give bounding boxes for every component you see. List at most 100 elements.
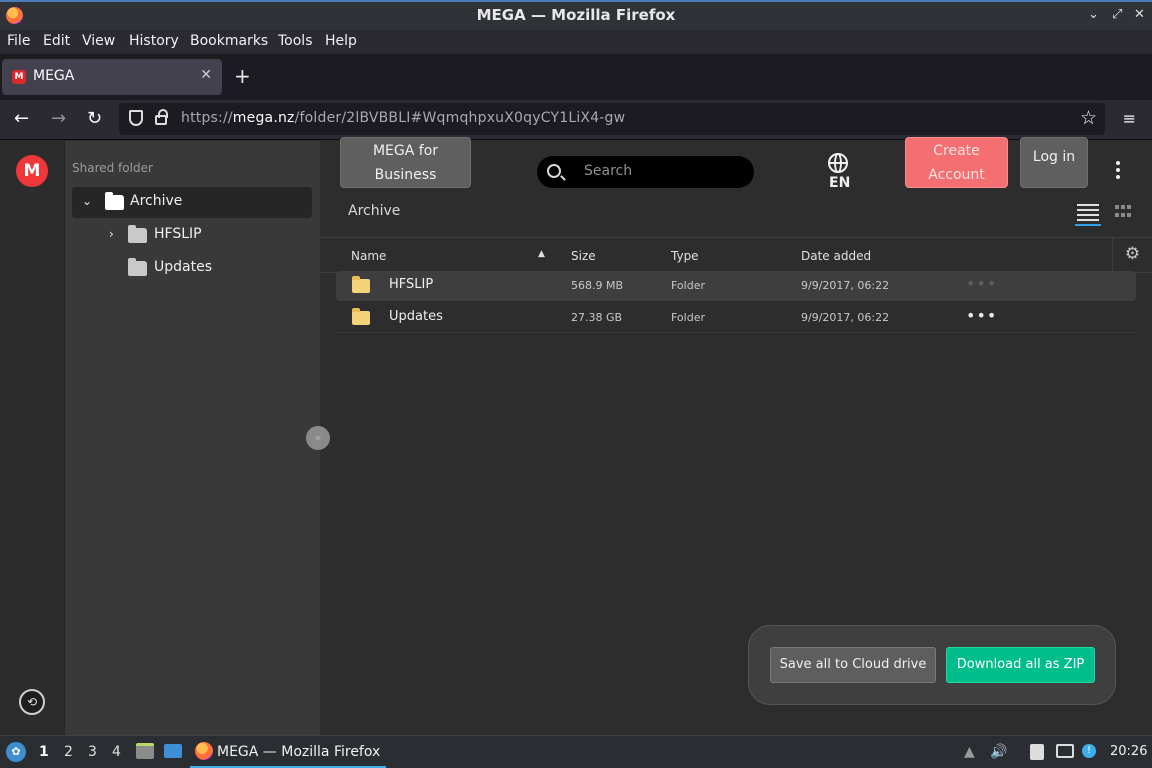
menu-edit[interactable]: Edit: [43, 33, 70, 49]
tray-expand-icon[interactable]: ▲: [964, 744, 975, 760]
tree-item-label: Archive: [130, 193, 183, 209]
mega-favicon-icon: M: [12, 70, 26, 84]
tree-item-label: Updates: [154, 259, 212, 275]
sync-icon[interactable]: ⟲: [19, 689, 45, 715]
tab-label: MEGA: [33, 68, 75, 84]
mega-logo-icon[interactable]: M: [16, 155, 48, 187]
folder-tree-sidebar: Shared folder ⌄ Archive › HFSLIP Updates: [65, 141, 320, 735]
breadcrumb[interactable]: Archive: [348, 203, 400, 219]
row-type: Folder: [671, 311, 705, 324]
taskbar-firefox-button[interactable]: MEGA — Mozilla Firefox: [190, 737, 386, 768]
clock[interactable]: 20:26: [1110, 744, 1147, 759]
notifications-icon[interactable]: !: [1082, 744, 1096, 758]
url-text[interactable]: https://mega.nz/folder/2lBVBBLI#Wqmqhpxu…: [181, 110, 625, 126]
workspace-1[interactable]: 1: [39, 744, 49, 760]
folder-icon: [352, 308, 370, 325]
app-menu-button[interactable]: ≡: [1123, 109, 1136, 128]
download-panel: Save all to Cloud drive Download all as …: [748, 625, 1116, 705]
volume-icon[interactable]: 🔊: [990, 744, 1007, 760]
create-account-button[interactable]: Create Account: [905, 137, 1008, 188]
workspace-2[interactable]: 2: [64, 744, 73, 760]
taskbar: ✿ 1 2 3 4 MEGA — Mozilla Firefox ▲ 🔊 ! 2…: [0, 735, 1152, 768]
window-title: MEGA — Mozilla Firefox: [476, 6, 676, 24]
chevron-right-icon[interactable]: ›: [109, 227, 114, 241]
back-button[interactable]: ←: [14, 108, 29, 129]
url-bar[interactable]: https://mega.nz/folder/2lBVBBLI#Wqmqhpxu…: [119, 103, 1105, 135]
menu-tools[interactable]: Tools: [278, 33, 313, 49]
column-date-added[interactable]: Date added: [801, 249, 871, 263]
column-name[interactable]: Name: [351, 249, 386, 263]
new-tab-button[interactable]: +: [234, 64, 251, 88]
language-selector[interactable]: EN: [829, 175, 850, 191]
close-tab-icon[interactable]: ✕: [200, 67, 212, 83]
column-settings-gear-icon[interactable]: ⚙: [1112, 237, 1152, 273]
row-name: Updates: [389, 309, 443, 324]
mega-for-business-button[interactable]: MEGA for Business: [340, 137, 471, 188]
tab-strip: M MEGA ✕ +: [0, 54, 1152, 100]
list-view-icon[interactable]: [1075, 204, 1101, 226]
maximize-button[interactable]: ⤢: [1112, 7, 1122, 22]
row-type: Folder: [671, 279, 705, 292]
menu-file[interactable]: File: [7, 33, 30, 49]
bookmark-star-icon[interactable]: ☆: [1080, 107, 1097, 129]
firefox-icon: [195, 742, 213, 760]
table-row[interactable]: HFSLIP 568.9 MB Folder 9/9/2017, 06:22 •…: [336, 271, 1136, 301]
menu-help[interactable]: Help: [325, 33, 357, 49]
collapse-sidebar-button[interactable]: «: [306, 426, 330, 450]
minimize-button[interactable]: ⌄: [1088, 7, 1099, 22]
row-more-icon[interactable]: •••: [966, 274, 997, 293]
grid-view-icon[interactable]: [1115, 205, 1131, 219]
file-manager-icon[interactable]: [136, 743, 154, 759]
menu-bookmarks[interactable]: Bookmarks: [190, 33, 268, 49]
close-window-button[interactable]: ✕: [1134, 7, 1145, 22]
row-name: HFSLIP: [389, 277, 434, 292]
shield-icon[interactable]: [129, 110, 143, 126]
navigation-bar: ← → ↻ https://mega.nz/folder/2lBVBBLI#Wq…: [0, 100, 1152, 140]
tab-mega[interactable]: M MEGA ✕: [2, 59, 222, 95]
menu-bar: File Edit View History Bookmarks Tools H…: [0, 30, 1152, 54]
file-table-header: Name ▲ Size Type Date added ⚙: [320, 237, 1152, 273]
menu-view[interactable]: View: [82, 33, 115, 49]
row-date: 9/9/2017, 06:22: [801, 279, 890, 292]
row-size: 27.38 GB: [571, 311, 623, 324]
window-title-bar: MEGA — Mozilla Firefox ⌄ ⤢ ✕: [0, 0, 1152, 30]
tree-item-hfslip[interactable]: › HFSLIP: [72, 220, 312, 251]
lock-icon[interactable]: [155, 109, 168, 125]
login-button[interactable]: Log in: [1020, 137, 1088, 188]
reload-button[interactable]: ↻: [87, 108, 102, 129]
workspace-4[interactable]: 4: [112, 744, 121, 760]
save-to-cloud-button[interactable]: Save all to Cloud drive: [770, 647, 936, 683]
mega-page: M ⟲ Shared folder ⌄ Archive › HFSLIP Upd…: [0, 137, 1152, 735]
more-options-icon[interactable]: [1116, 161, 1122, 181]
table-row[interactable]: Updates 27.38 GB Folder 9/9/2017, 06:22 …: [336, 303, 1136, 333]
search-placeholder: Search: [584, 163, 633, 179]
shared-folder-label: Shared folder: [72, 161, 153, 175]
column-type[interactable]: Type: [671, 249, 699, 263]
row-size: 568.9 MB: [571, 279, 624, 292]
row-date: 9/9/2017, 06:22: [801, 311, 890, 324]
workspace-3[interactable]: 3: [88, 744, 97, 760]
folder-icon: [128, 258, 147, 276]
sort-ascending-icon[interactable]: ▲: [538, 249, 545, 259]
tree-item-label: HFSLIP: [154, 226, 202, 242]
show-desktop-icon[interactable]: [164, 744, 182, 758]
chevron-down-icon[interactable]: ⌄: [82, 194, 92, 208]
folder-open-icon: [105, 192, 124, 210]
globe-icon[interactable]: [828, 153, 848, 173]
search-icon: [547, 164, 561, 178]
folder-icon: [352, 276, 370, 293]
tree-item-archive[interactable]: ⌄ Archive: [72, 187, 312, 218]
download-zip-button[interactable]: Download all as ZIP: [946, 647, 1095, 683]
network-icon[interactable]: [1056, 744, 1074, 758]
column-size[interactable]: Size: [571, 249, 596, 263]
tree-item-updates[interactable]: Updates: [72, 253, 312, 284]
menu-history[interactable]: History: [129, 33, 179, 49]
row-more-icon[interactable]: •••: [966, 306, 997, 325]
search-input[interactable]: Search: [537, 156, 754, 188]
start-menu-icon[interactable]: ✿: [6, 742, 26, 762]
forward-button[interactable]: →: [51, 108, 66, 129]
taskbar-app-label: MEGA — Mozilla Firefox: [217, 744, 381, 760]
folder-icon: [128, 225, 147, 243]
clipboard-icon[interactable]: [1030, 744, 1044, 760]
left-rail: M ⟲: [0, 141, 65, 735]
